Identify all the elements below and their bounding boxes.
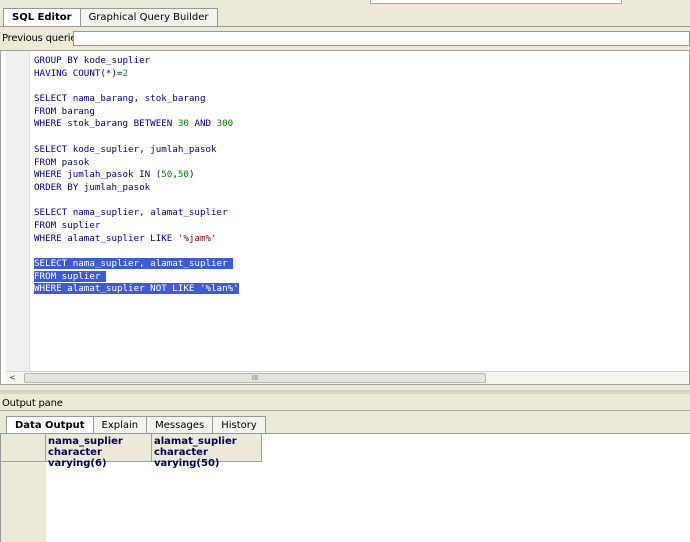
editor-tabs: SQL Editor Graphical Query Builder: [3, 8, 218, 27]
code-line: WHERE stok_barang BETWEEN 30 AND 300: [34, 118, 239, 131]
code-line: GROUP BY kode_suplier: [34, 55, 239, 68]
data-output-grid[interactable]: nama_suplier character varying(6) alamat…: [0, 434, 690, 542]
code-token: GROUP BY kode_suplier: [34, 55, 151, 66]
selected-code-token: WHERE alamat_suplier NOT LIKE: [34, 283, 200, 295]
code-token: FROM pasok: [34, 156, 90, 168]
column-header-nama-suplier[interactable]: nama_suplier character varying(6): [46, 434, 152, 469]
code-line: SELECT nama_barang, stok_barang: [34, 93, 239, 106]
column-type: character varying(6): [48, 447, 107, 469]
code-token: WHERE jumlah_pasok IN (: [34, 169, 162, 181]
code-line: FROM barang: [34, 106, 239, 119]
tab-explain[interactable]: Explain: [92, 416, 148, 434]
previous-queries-label: Previous queries: [2, 33, 82, 44]
output-tabs: Data Output Explain Messages History: [6, 416, 266, 435]
grid-header-row: nama_suplier character varying(6) alamat…: [1, 434, 262, 469]
previous-queries-dropdown[interactable]: [73, 31, 690, 46]
code-line: WHERE jumlah_pasok IN (50,50): [34, 169, 239, 182]
output-pane-rule: [0, 410, 690, 411]
code-token: 30: [177, 118, 189, 130]
code-token: 50: [161, 169, 173, 181]
code-line: FROM suplier: [34, 270, 239, 284]
code-token: FROM barang: [34, 105, 95, 117]
code-token: 2: [122, 67, 129, 79]
code-line: WHERE alamat_suplier LIKE '%jam%': [34, 233, 239, 246]
sql-editor[interactable]: GROUP BY kode_suplier HAVING COUNT(*)=2 SE…: [0, 50, 690, 385]
tab-sql-editor[interactable]: SQL Editor: [3, 8, 81, 27]
code-line: WHERE alamat_suplier NOT LIKE '%lan%': [34, 283, 239, 296]
code-line: SELECT nama_suplier, alamat_suplier: [34, 258, 239, 271]
selected-code-token: SELECT nama_suplier, alamat_suplier: [34, 258, 234, 269]
code-line: ORDER BY jumlah_pasok: [34, 182, 239, 195]
tab-graphical-query-builder[interactable]: Graphical Query Builder: [79, 8, 218, 26]
pane-splitter[interactable]: [0, 390, 690, 394]
column-header-alamat-suplier[interactable]: alamat_suplier character varying(50): [152, 434, 262, 469]
code-token: 300: [216, 118, 234, 130]
code-token: SELECT nama_suplier, alamat_suplier: [34, 207, 228, 219]
sql-code[interactable]: GROUP BY kode_suplier HAVING COUNT(*)=2 SE…: [34, 55, 239, 296]
output-pane-label: Output pane: [2, 398, 63, 409]
selected-code-token: FROM suplier: [34, 270, 106, 282]
editor-gutter: [6, 51, 30, 371]
code-line: FROM suplier: [34, 220, 239, 233]
tabs-underline: [0, 26, 690, 27]
code-token: ): [188, 169, 195, 181]
column-type: character varying(50): [154, 447, 220, 469]
column-name: alamat_suplier: [154, 436, 237, 447]
tab-history[interactable]: History: [212, 416, 266, 434]
code-line: SELECT kode_suplier, jumlah_pasok: [34, 144, 239, 157]
code-token: AND: [188, 118, 217, 130]
code-line: SELECT nama_suplier, alamat_suplier: [34, 207, 239, 220]
code-token: SELECT nama_barang, stok_barang: [34, 93, 206, 105]
grid-corner[interactable]: [1, 434, 46, 462]
tab-messages[interactable]: Messages: [146, 416, 214, 434]
horizontal-scrollbar[interactable]: < III: [6, 371, 689, 384]
column-name: nama_suplier: [48, 436, 123, 447]
code-token: WHERE alamat_suplier LIKE: [34, 232, 178, 244]
code-token: FROM suplier: [34, 219, 101, 231]
code-token: SELECT kode_suplier, jumlah_pasok: [34, 143, 217, 155]
previous-queries-row: Previous queries: [0, 31, 690, 47]
code-token: HAVING COUNT(*)=: [34, 67, 123, 79]
code-token: '%jam%': [177, 232, 217, 244]
row-header-area: [1, 462, 46, 542]
code-line: HAVING COUNT(*)=2: [34, 68, 239, 81]
top-strip: [0, 0, 690, 6]
scrollbar-thumb[interactable]: III: [24, 373, 486, 383]
code-token: WHERE stok_barang BETWEEN: [34, 118, 178, 130]
code-line: FROM pasok: [34, 157, 239, 170]
scroll-left-arrow-icon[interactable]: <: [6, 372, 19, 384]
code-token: ORDER BY jumlah_pasok: [34, 181, 151, 193]
selected-code-token: '%lan%': [199, 283, 239, 295]
code-token: 50: [177, 169, 189, 181]
top-panel-edge: [370, 0, 622, 4]
